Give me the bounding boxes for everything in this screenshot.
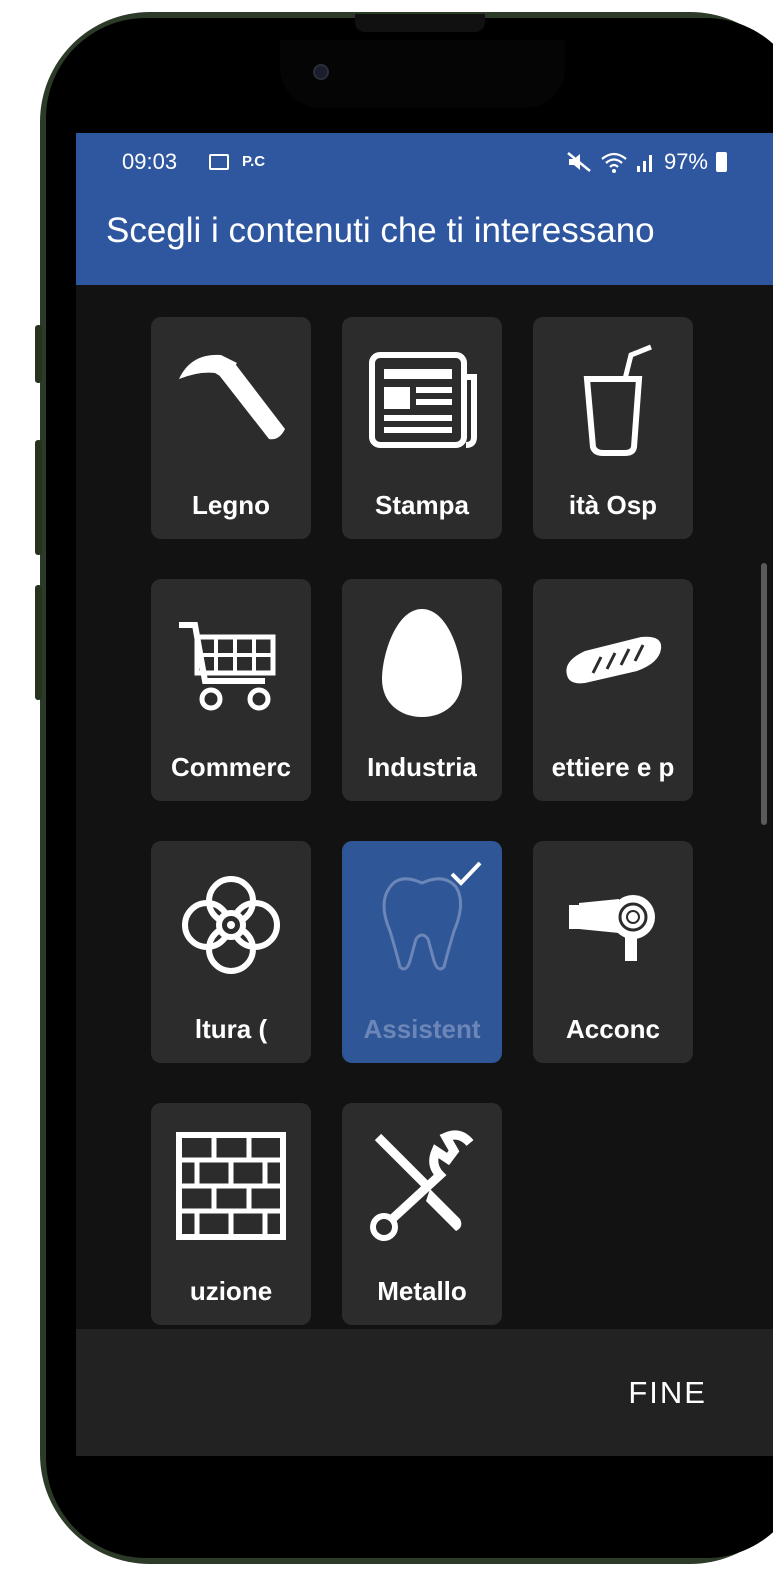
brick-wall-icon xyxy=(176,1132,286,1240)
scrollbar[interactable] xyxy=(761,563,767,825)
bottom-bar: FINE xyxy=(76,1329,773,1456)
tile-assistenza[interactable]: Assistent xyxy=(342,841,502,1063)
tile-legno[interactable]: Legno xyxy=(151,317,311,539)
tile-industria[interactable]: Industria xyxy=(342,579,502,801)
check-icon xyxy=(450,861,482,886)
page-title: Scegli i contenuti che ti interessano xyxy=(106,211,655,250)
done-button[interactable]: FINE xyxy=(628,1375,707,1411)
signal-icon xyxy=(636,155,652,172)
battery-percent: 97% xyxy=(663,149,708,174)
app-bar: 09:03 P.C 97% Scegli i contenuti che ti … xyxy=(76,133,773,285)
volume-up-button xyxy=(35,440,42,555)
tile-label: Commerc xyxy=(171,752,291,782)
status-time: 09:03 xyxy=(122,149,178,174)
tile-metallo[interactable]: Metallo xyxy=(342,1103,502,1325)
tile-commercio[interactable]: Commerc xyxy=(151,579,311,801)
tile-label: ltura ( xyxy=(194,1014,268,1044)
flower-icon xyxy=(182,876,280,974)
tile-agricoltura[interactable]: ltura ( xyxy=(151,841,311,1063)
mute-icon xyxy=(567,152,591,172)
bread-icon xyxy=(566,636,662,684)
tile-label: ità Osp xyxy=(568,490,658,520)
status-bar: 09:03 P.C 97% xyxy=(76,141,773,187)
shopping-cart-icon xyxy=(179,622,276,711)
tile-label: Legno xyxy=(192,490,270,520)
tile-label: Industria xyxy=(367,752,477,782)
tile-acconciatura[interactable]: Acconc xyxy=(533,841,693,1063)
tile-label: uzione xyxy=(189,1276,273,1306)
gallery-icon xyxy=(209,154,229,170)
camera xyxy=(313,64,329,80)
egg-icon xyxy=(382,609,462,717)
tile-costruzione[interactable]: uzione xyxy=(151,1103,311,1325)
tools-icon xyxy=(370,1130,474,1241)
tile-stampa[interactable]: Stampa xyxy=(342,317,502,539)
tile-ospitalita[interactable]: ità Osp xyxy=(533,317,693,539)
hair-dryer-icon xyxy=(569,895,655,961)
tile-label: Stampa xyxy=(375,490,469,520)
hammer-icon xyxy=(179,354,285,440)
tile-label: ettiere e p xyxy=(551,752,675,782)
battery-icon xyxy=(716,152,727,172)
volume-down-button xyxy=(35,585,42,700)
speaker xyxy=(355,14,485,32)
pc-icon: P.C xyxy=(242,153,266,170)
screen: 09:03 P.C 97% Scegli i contenuti che ti … xyxy=(76,133,773,1456)
side-button xyxy=(35,325,42,383)
status-right: 97% xyxy=(566,149,727,175)
drink-cup-icon xyxy=(583,344,652,456)
tile-panettiere[interactable]: ettiere e p xyxy=(533,579,693,801)
wifi-icon xyxy=(601,152,627,173)
tile-label: Metallo xyxy=(377,1276,467,1306)
tile-label: Assistent xyxy=(363,1014,481,1044)
newspaper-icon xyxy=(369,352,477,448)
tile-label: Acconc xyxy=(566,1014,660,1044)
